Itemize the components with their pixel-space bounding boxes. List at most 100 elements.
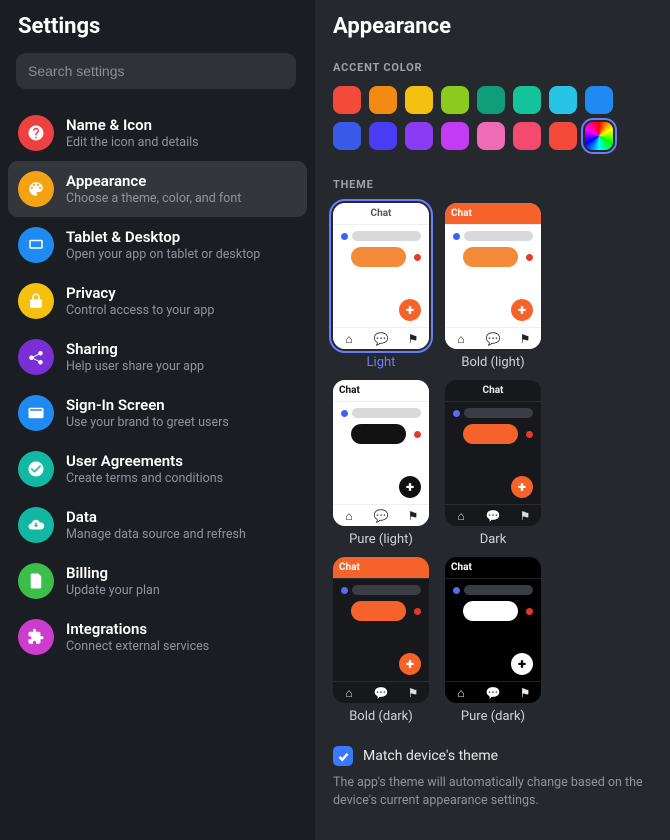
sidebar-item-desc: Create terms and conditions: [66, 471, 223, 487]
palette-icon: [18, 171, 54, 207]
theme-caption: Pure (light): [349, 532, 413, 547]
accent-swatch[interactable]: [441, 86, 469, 114]
checkmark-icon: [337, 750, 350, 763]
sidebar-item-billing[interactable]: BillingUpdate your plan: [8, 553, 307, 609]
sidebar-item-desc: Help user share your app: [66, 359, 204, 375]
puzzle-icon: [18, 619, 54, 655]
plus-icon: +: [399, 476, 421, 498]
page-title: Appearance: [333, 14, 652, 39]
accent-swatch[interactable]: [477, 86, 505, 114]
theme-label: THEME: [333, 178, 652, 191]
sidebar-item-label: Name & Icon: [66, 116, 199, 135]
settings-nav: Name & IconEdit the icon and detailsAppe…: [8, 105, 307, 665]
sidebar-item-label: Data: [66, 508, 246, 527]
match-device-theme-label: Match device's theme: [363, 748, 498, 764]
match-device-theme-desc: The app's theme will automatically chang…: [333, 774, 643, 809]
sidebar-item-privacy[interactable]: PrivacyControl access to your app: [8, 273, 307, 329]
accent-swatch[interactable]: [513, 86, 541, 114]
plus-icon: +: [399, 299, 421, 321]
sidebar-item-appearance[interactable]: AppearanceChoose a theme, color, and fon…: [8, 161, 307, 217]
theme-thumb-pure_light[interactable]: Chat+⌂💬⚑: [333, 380, 429, 526]
accent-swatch[interactable]: [369, 86, 397, 114]
lock-icon: [18, 283, 54, 319]
theme-preview-header: Chat: [333, 557, 429, 579]
accent-swatch[interactable]: [333, 122, 361, 150]
sidebar-item-desc: Manage data source and refresh: [66, 527, 246, 543]
sidebar-item-desc: Use your brand to greet users: [66, 415, 229, 431]
sidebar-item-label: Integrations: [66, 620, 209, 639]
theme-caption: Dark: [480, 532, 507, 547]
accent-swatch[interactable]: [585, 86, 613, 114]
sidebar-item-data[interactable]: DataManage data source and refresh: [8, 497, 307, 553]
sidebar-item-label: User Agreements: [66, 452, 223, 471]
accent-swatch[interactable]: [513, 122, 541, 150]
theme-thumb-light[interactable]: Chat+⌂💬⚑: [333, 203, 429, 349]
search-input[interactable]: [16, 53, 296, 89]
check-icon: [18, 451, 54, 487]
theme-preview-header: Chat: [445, 203, 541, 225]
theme-thumb-pure_dark[interactable]: Chat+⌂💬⚑: [445, 557, 541, 703]
plus-icon: +: [399, 653, 421, 675]
theme-option: Chat+⌂💬⚑Light: [333, 203, 429, 370]
doc-icon: [18, 563, 54, 599]
accent-swatch[interactable]: [333, 86, 361, 114]
theme-caption: Bold (light): [461, 355, 524, 370]
theme-caption: Pure (dark): [461, 709, 525, 724]
sidebar-item-integrations[interactable]: IntegrationsConnect external services: [8, 609, 307, 665]
settings-sidebar: Settings Name & IconEdit the icon and de…: [0, 0, 315, 840]
theme-option: Chat+⌂💬⚑Dark: [445, 380, 541, 547]
question-icon: [18, 115, 54, 151]
sidebar-item-label: Privacy: [66, 284, 214, 303]
sidebar-item-label: Appearance: [66, 172, 241, 191]
sidebar-item-desc: Update your plan: [66, 583, 160, 599]
match-device-theme-row: Match device's theme: [333, 746, 652, 766]
plus-icon: +: [511, 653, 533, 675]
accent-swatch[interactable]: [405, 122, 433, 150]
theme-option: Chat+⌂💬⚑Pure (dark): [445, 557, 541, 724]
cloud-icon: [18, 507, 54, 543]
sidebar-title: Settings: [18, 14, 307, 39]
accent-swatch[interactable]: [441, 122, 469, 150]
theme-caption: Light: [367, 355, 396, 370]
sidebar-item-label: Tablet & Desktop: [66, 228, 260, 247]
sidebar-item-desc: Choose a theme, color, and font: [66, 191, 241, 207]
theme-thumb-dark[interactable]: Chat+⌂💬⚑: [445, 380, 541, 526]
match-device-theme-checkbox[interactable]: [333, 746, 353, 766]
share-icon: [18, 339, 54, 375]
card-icon: [18, 395, 54, 431]
appearance-panel: Appearance ACCENT COLOR THEME Chat+⌂💬⚑Li…: [315, 0, 670, 840]
sidebar-item-sharing[interactable]: SharingHelp user share your app: [8, 329, 307, 385]
sidebar-item-user-agreements[interactable]: User AgreementsCreate terms and conditio…: [8, 441, 307, 497]
sidebar-item-label: Sharing: [66, 340, 204, 359]
accent-swatch[interactable]: [369, 122, 397, 150]
theme-grid: Chat+⌂💬⚑LightChat+⌂💬⚑Bold (light)Chat+⌂💬…: [333, 203, 652, 724]
theme-caption: Bold (dark): [349, 709, 413, 724]
theme-option: Chat+⌂💬⚑Bold (light): [445, 203, 541, 370]
sidebar-item-sign-in-screen[interactable]: Sign-In ScreenUse your brand to greet us…: [8, 385, 307, 441]
theme-option: Chat+⌂💬⚑Pure (light): [333, 380, 429, 547]
accent-swatch[interactable]: [549, 86, 577, 114]
plus-icon: +: [511, 476, 533, 498]
sidebar-item-tablet-desktop[interactable]: Tablet & DesktopOpen your app on tablet …: [8, 217, 307, 273]
sidebar-item-desc: Connect external services: [66, 639, 209, 655]
theme-preview-header: Chat: [445, 380, 541, 402]
sidebar-item-desc: Edit the icon and details: [66, 135, 199, 151]
sidebar-item-label: Sign-In Screen: [66, 396, 229, 415]
sidebar-item-label: Billing: [66, 564, 160, 583]
theme-thumb-bold_light[interactable]: Chat+⌂💬⚑: [445, 203, 541, 349]
accent-swatch[interactable]: [585, 122, 613, 150]
theme-preview-header: Chat: [333, 203, 429, 225]
theme-thumb-bold_dark[interactable]: Chat+⌂💬⚑: [333, 557, 429, 703]
accent-swatch[interactable]: [477, 122, 505, 150]
theme-preview-header: Chat: [445, 557, 541, 579]
sidebar-item-name-icon[interactable]: Name & IconEdit the icon and details: [8, 105, 307, 161]
sidebar-item-desc: Open your app on tablet or desktop: [66, 247, 260, 263]
sidebar-item-desc: Control access to your app: [66, 303, 214, 319]
theme-option: Chat+⌂💬⚑Bold (dark): [333, 557, 429, 724]
accent-color-label: ACCENT COLOR: [333, 61, 652, 74]
accent-swatch[interactable]: [549, 122, 577, 150]
plus-icon: +: [511, 299, 533, 321]
theme-preview-header: Chat: [333, 380, 429, 402]
accent-swatch[interactable]: [405, 86, 433, 114]
tablet-icon: [18, 227, 54, 263]
